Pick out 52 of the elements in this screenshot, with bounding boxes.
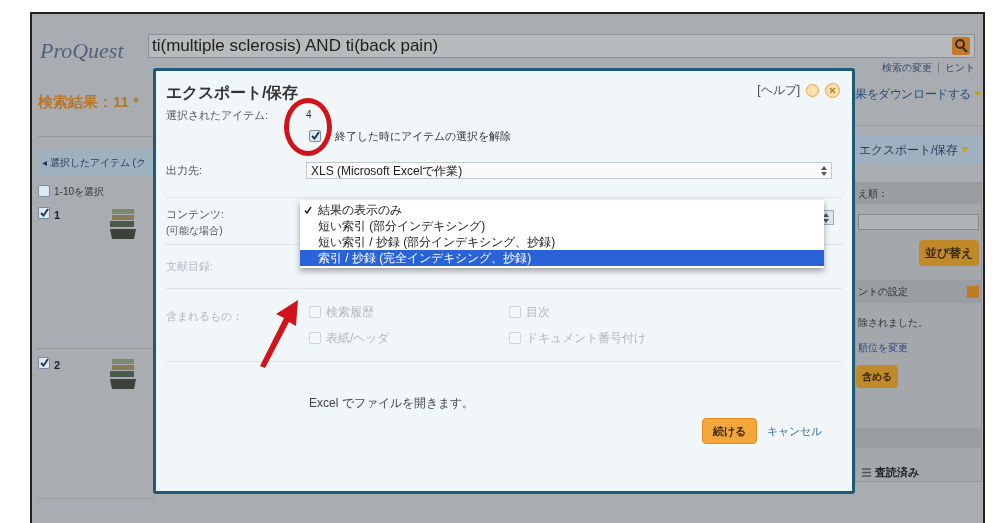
caret-icon <box>974 91 982 97</box>
message-text: 除されました。 <box>857 316 929 330</box>
up-down-arrows-icon <box>823 212 829 223</box>
dropdown-option[interactable]: 短い索引 (部分インデキシング) <box>300 218 824 234</box>
export-button[interactable]: エクスポート/保存 <box>855 136 982 164</box>
logo[interactable]: ProQuest <box>40 34 130 67</box>
include-label: 検索履歴 <box>326 303 374 321</box>
dropdown-option[interactable]: 結果の表示のみ <box>300 202 824 218</box>
cancel-link[interactable]: キャンセル <box>767 422 822 439</box>
dropdown-option[interactable]: 短い索引 / 抄録 (部分インデキシング、抄録) <box>300 234 824 250</box>
list-icon <box>862 467 871 477</box>
help-link[interactable]: [ヘルプ] <box>757 81 800 99</box>
deselect-checkbox[interactable] <box>309 129 321 142</box>
download-link[interactable]: 果をダウンロードする <box>855 85 971 103</box>
up-down-arrows-icon <box>821 165 827 176</box>
include-button[interactable]: 含める <box>856 365 898 388</box>
output-select[interactable]: XLS (Microsoft Excelで作業) <box>306 162 832 179</box>
check-icon <box>304 206 312 214</box>
field-note: (可能な場合) <box>166 223 224 238</box>
change-rank-link[interactable]: 順位を変更 <box>856 340 981 355</box>
note-text: Excel でファイルを開きます。 <box>309 394 474 412</box>
search-icon[interactable] <box>952 37 970 55</box>
search-link[interactable]: ヒント <box>945 60 975 75</box>
sort-label: え順： <box>856 183 981 204</box>
search-link[interactable]: 検索の変更 <box>882 60 932 75</box>
search-field[interactable]: ti(multiple sclerosis) AND ti(back pain) <box>148 34 975 58</box>
checkbox[interactable] <box>38 185 50 197</box>
field-label: 選択されたアイテム: <box>166 108 270 123</box>
dialog-title: エクスポート/保存 <box>166 83 299 103</box>
include-label: 目次 <box>526 303 550 321</box>
selected-count: 4 <box>306 108 312 122</box>
sort-button[interactable]: 並び替え <box>919 240 979 266</box>
dropdown-option[interactable]: 索引 / 抄録 (完全インデキシング、抄録) <box>300 250 824 266</box>
include-label: 表紙/ヘッダ <box>326 329 390 347</box>
caret-icon <box>961 147 970 153</box>
sort-select[interactable] <box>858 214 979 230</box>
settings-heading: ントの設定 <box>858 285 908 299</box>
field-label: コンテンツ: <box>166 207 226 222</box>
results-heading: 検索結果：11 * <box>38 92 140 112</box>
select-range-label: 1-10を選択 <box>54 184 104 199</box>
book-stack-icon <box>108 356 138 391</box>
peer-reviewed-filter[interactable]: 査読済み <box>875 464 919 481</box>
result-checkbox[interactable] <box>38 206 50 219</box>
field-label: 出力先: <box>166 163 204 179</box>
result-checkbox[interactable] <box>38 356 50 369</box>
selected-items-tab[interactable]: ◂ 選択したアイテム (ク <box>38 148 154 176</box>
deselect-label: 終了した時にアイテムの選択を解除 <box>335 128 511 144</box>
result-number: 1 <box>54 207 62 223</box>
result-number: 2 <box>54 357 62 373</box>
close-icon[interactable] <box>825 82 840 98</box>
continue-button[interactable]: 続ける <box>702 417 757 444</box>
book-stack-icon <box>108 206 138 241</box>
